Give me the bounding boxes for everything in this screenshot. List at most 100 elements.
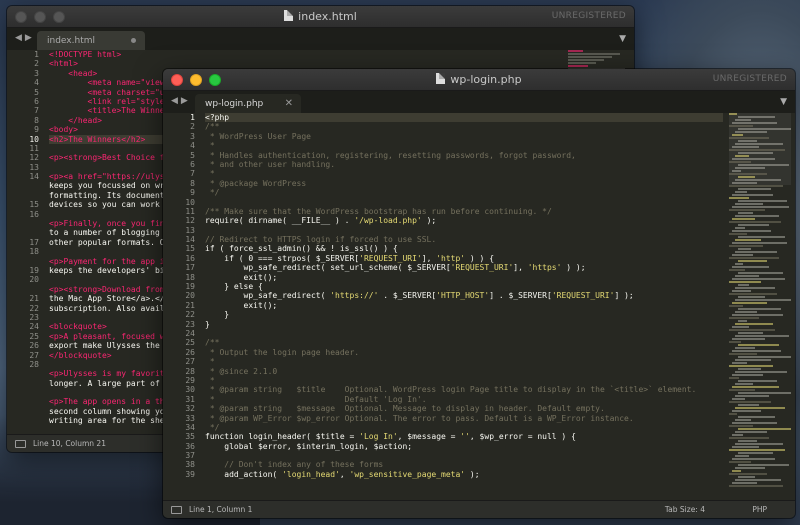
code-line[interactable]: *: [205, 376, 723, 385]
line-number: 14: [29, 172, 39, 182]
code-line[interactable]: */: [205, 423, 723, 432]
code-line[interactable]: *: [205, 169, 723, 178]
code-line[interactable]: // Don't index any of these forms: [205, 460, 723, 469]
minimap-line: [738, 116, 775, 118]
line-number: 7: [34, 106, 39, 116]
code-line[interactable]: [205, 451, 723, 460]
minimap-line: [738, 260, 767, 262]
code-line[interactable]: * @param string $message Optional. Messa…: [205, 404, 723, 413]
minimap-line: [568, 59, 604, 61]
line-number: 7: [190, 169, 195, 179]
code-line[interactable]: global $error, $interim_login, $action;: [205, 442, 723, 451]
minimap-line: [729, 485, 783, 487]
minimap-line: [735, 467, 765, 469]
code-line[interactable]: * WordPress User Page: [205, 132, 723, 141]
line-number-gutter: 1 2 3 4 5 6 7 8 9 10 11 12 13 14 15 16 17 18 19 20 21 22 23 24 2…: [163, 113, 201, 500]
code-line[interactable]: [205, 198, 723, 207]
minimap-line: [732, 182, 757, 184]
line-number: 32: [185, 404, 195, 414]
code-line[interactable]: /**: [205, 338, 723, 347]
minimap[interactable]: [729, 113, 791, 500]
code-line[interactable]: exit();: [205, 301, 723, 310]
line-number: 37: [185, 451, 195, 461]
line-number: [7, 191, 39, 200]
code-line[interactable]: function login_header( $title = 'Log In'…: [205, 432, 723, 441]
code-line[interactable]: */: [205, 188, 723, 197]
minimap-line: [729, 137, 769, 139]
minimap-line: [732, 362, 747, 364]
tab-dropdown-icon[interactable]: ▼: [619, 34, 626, 44]
minimap-line: [729, 233, 747, 235]
code-line[interactable]: <?php: [205, 113, 723, 123]
line-number: 26: [29, 341, 39, 351]
tab-label: index.html: [47, 36, 95, 46]
line-number: 22: [185, 310, 195, 320]
minimap-line: [735, 227, 745, 229]
code-line[interactable]: * @param string $title Optional. WordPre…: [205, 385, 723, 394]
tab-bar: ◀▶ wp-login.php ✕ ▼: [163, 91, 795, 113]
editor-window-wp-login[interactable]: wp-login.php UNREGISTERED ◀▶ wp-login.ph…: [163, 69, 795, 518]
code-line[interactable]: <html>: [49, 59, 564, 68]
minimap-line: [735, 383, 753, 385]
code-line[interactable]: add_action( 'login_head', 'wp_sensitive_…: [205, 470, 723, 479]
code-area[interactable]: <?php/** * WordPress User Page * * Handl…: [205, 113, 723, 500]
syntax-selector[interactable]: PHP: [752, 505, 767, 514]
unsaved-dot-icon[interactable]: [131, 38, 136, 43]
tab-wp-login-php[interactable]: wp-login.php ✕: [195, 94, 301, 113]
panel-toggle-icon[interactable]: [171, 506, 182, 514]
code-line[interactable]: require( dirname( __FILE__ ) . '/wp-load…: [205, 216, 723, 225]
tab-close-icon[interactable]: ✕: [285, 98, 293, 109]
minimap-line: [729, 473, 767, 475]
minimap-line: [735, 479, 781, 481]
minimap-line: [729, 113, 737, 115]
minimap-line: [738, 236, 785, 238]
minimap-line: [738, 440, 757, 442]
tab-nav-arrows-icon[interactable]: ◀▶: [15, 33, 35, 43]
code-line[interactable]: // Redirect to HTTPS login if forced to …: [205, 235, 723, 244]
minimap-line: [732, 206, 789, 208]
code-line[interactable]: wp_safe_redirect( 'https://' . $_SERVER[…: [205, 291, 723, 300]
tab-nav-arrows-icon[interactable]: ◀▶: [171, 96, 191, 106]
line-number: [7, 379, 39, 388]
line-number: 24: [29, 322, 39, 332]
code-line[interactable]: }: [205, 320, 723, 329]
title-bar[interactable]: index.html UNREGISTERED: [7, 6, 634, 28]
line-number: [7, 388, 39, 397]
line-number: 12: [29, 153, 39, 163]
minimap-line: [732, 134, 743, 136]
minimap-line: [735, 167, 765, 169]
code-line[interactable]: * Output the login page header.: [205, 348, 723, 357]
line-number: 15: [185, 244, 195, 254]
title-bar[interactable]: wp-login.php UNREGISTERED: [163, 69, 795, 91]
tab-size-selector[interactable]: Tab Size: 4: [665, 505, 705, 514]
code-line[interactable]: [205, 226, 723, 235]
code-line[interactable]: * @param WP_Error $wp_error Optional. Th…: [205, 414, 723, 423]
code-line[interactable]: *: [205, 141, 723, 150]
line-number: 17: [185, 263, 195, 273]
code-line[interactable]: if ( 0 === strpos( $_SERVER['REQUEST_URI…: [205, 254, 723, 263]
line-number: [7, 407, 39, 416]
code-line[interactable]: }: [205, 310, 723, 319]
panel-toggle-icon[interactable]: [15, 440, 26, 448]
code-line[interactable]: } else {: [205, 282, 723, 291]
code-line[interactable]: * Handles authentication, registering, r…: [205, 151, 723, 160]
tab-dropdown-icon[interactable]: ▼: [780, 97, 787, 107]
code-line[interactable]: wp_safe_redirect( set_url_scheme( $_SERV…: [205, 263, 723, 272]
code-line[interactable]: /** Make sure that the WordPress bootstr…: [205, 207, 723, 216]
code-line[interactable]: [205, 329, 723, 338]
code-line[interactable]: * and other user handling.: [205, 160, 723, 169]
code-line[interactable]: exit();: [205, 273, 723, 282]
code-line[interactable]: * @package WordPress: [205, 179, 723, 188]
code-line[interactable]: * Default 'Log In'.: [205, 395, 723, 404]
line-number: 16: [185, 253, 195, 263]
tab-index-html[interactable]: index.html: [37, 31, 145, 50]
code-line[interactable]: *: [205, 357, 723, 366]
code-line[interactable]: if ( force_ssl_admin() && ! is_ssl() ) {: [205, 244, 723, 253]
code-line[interactable]: * @since 2.1.0: [205, 367, 723, 376]
minimap-line: [735, 347, 755, 349]
line-number: 20: [29, 275, 39, 285]
tab-label: wp-login.php: [205, 99, 264, 109]
minimap-line: [729, 401, 771, 403]
code-line[interactable]: /**: [205, 122, 723, 131]
code-line[interactable]: <!DOCTYPE html>: [49, 50, 564, 59]
